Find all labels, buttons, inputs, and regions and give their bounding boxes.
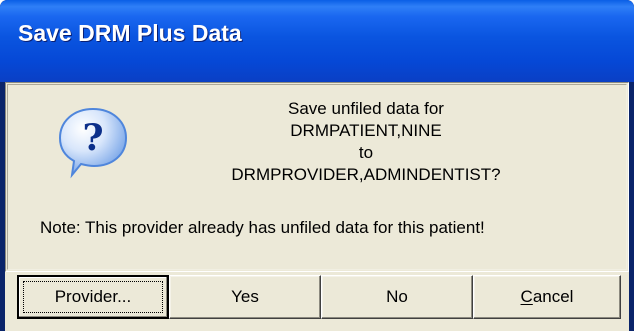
cancel-button-label: Cancel (520, 287, 574, 306)
title-bar[interactable]: Save DRM Plus Data (0, 0, 634, 82)
confirmation-message: Save unfiled data for DRMPATIENT,NINE to… (156, 98, 576, 186)
dialog-client-area: ? Save unfiled data for DRMPATIENT,NINE … (5, 82, 629, 331)
window-title: Save DRM Plus Data (18, 20, 242, 46)
message-line: Save unfiled data for (288, 99, 444, 118)
no-button-label: No (386, 287, 408, 306)
message-line: DRMPATIENT,NINE (290, 121, 442, 140)
no-button[interactable]: No (321, 275, 473, 319)
yes-button-label: Yes (231, 287, 259, 306)
question-icon: ? (54, 103, 132, 181)
warning-note: Note: This provider already has unfiled … (40, 218, 485, 237)
message-line: to (358, 143, 374, 162)
provider-button[interactable]: Provider... (17, 275, 169, 319)
svg-text:?: ? (82, 117, 103, 159)
yes-button[interactable]: Yes (169, 275, 321, 319)
save-drm-plus-dialog: Save DRM Plus Data ? Save unfiled data f… (0, 0, 634, 331)
message-panel: ? Save unfiled data for DRMPATIENT,NINE … (5, 82, 629, 272)
cancel-button[interactable]: Cancel (473, 275, 621, 319)
button-row: Provider... Yes No Cancel (17, 275, 621, 319)
provider-button-label: Provider... (54, 287, 132, 306)
message-line: DRMPROVIDER,ADMINDENTIST? (231, 165, 501, 184)
